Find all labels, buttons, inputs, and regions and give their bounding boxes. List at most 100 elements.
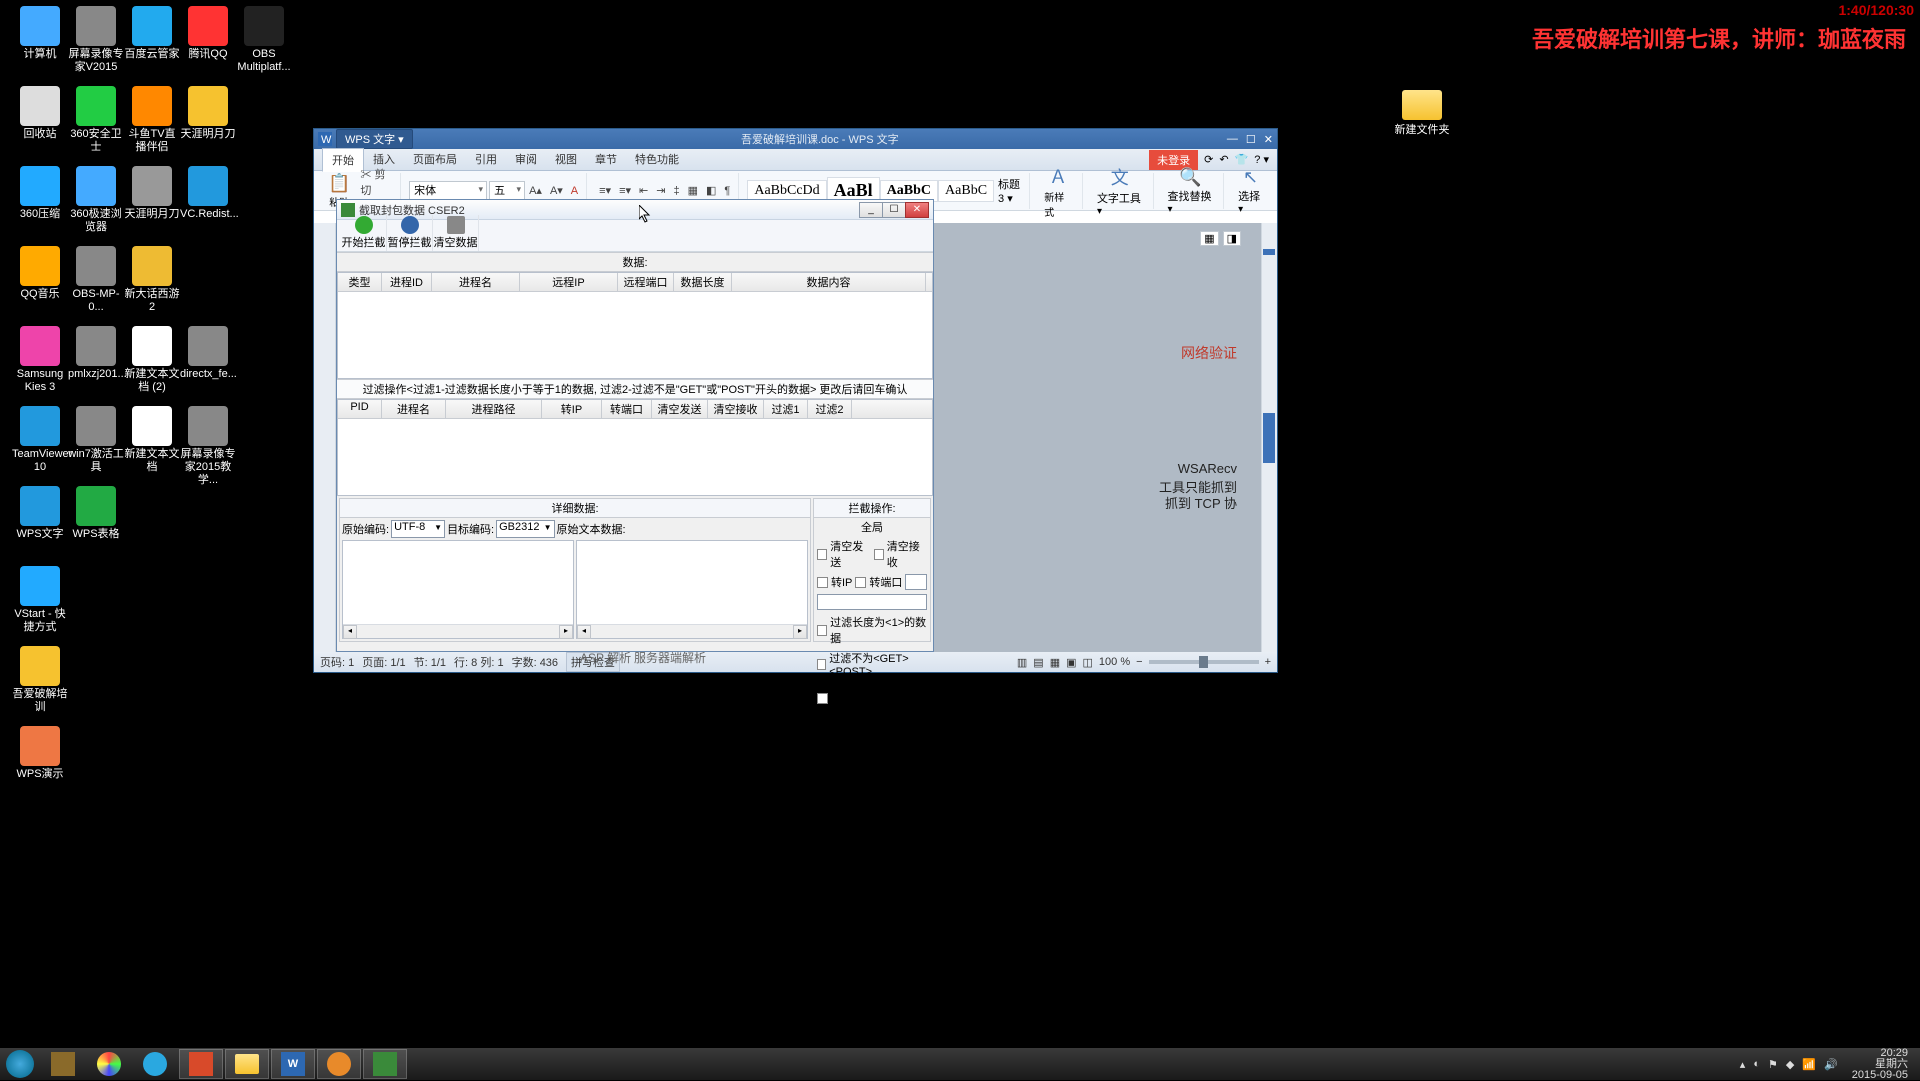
- line-spacing-button[interactable]: ‡: [669, 183, 683, 199]
- borders-button[interactable]: ▦: [684, 182, 702, 199]
- grid-header[interactable]: 转端口: [602, 400, 652, 418]
- grid-header[interactable]: PID: [338, 400, 382, 418]
- desktop-icon[interactable]: OBS-MP-0...: [68, 246, 124, 314]
- zoom-in-button[interactable]: +: [1265, 656, 1271, 668]
- ribbon-tab[interactable]: 视图: [546, 148, 586, 171]
- desktop-icon[interactable]: 屏幕录像专家2015教学...: [180, 406, 236, 487]
- grid-header[interactable]: 数据长度: [674, 273, 732, 291]
- tray-up-icon[interactable]: ▴: [1740, 1058, 1746, 1071]
- trans-ip-input[interactable]: [817, 594, 927, 610]
- zoom-thumb[interactable]: [1199, 656, 1208, 668]
- shading-button[interactable]: ◧: [702, 182, 720, 199]
- desktop-icon[interactable]: OBS Multiplatf...: [236, 6, 292, 74]
- wps-vertical-scrollbar[interactable]: [1261, 223, 1277, 652]
- taskbar-app-5[interactable]: [317, 1049, 361, 1079]
- packet-data-grid[interactable]: 类型进程ID进程名远程IP远程端口数据长度数据内容: [337, 272, 933, 379]
- view-mode-2-icon[interactable]: ▤: [1033, 656, 1043, 669]
- new-style-button[interactable]: Ａ新样式: [1038, 161, 1078, 221]
- ribbon-tab[interactable]: 引用: [466, 148, 506, 171]
- desktop-icon[interactable]: WPS演示: [12, 726, 68, 781]
- para-settings-button[interactable]: ¶: [720, 183, 734, 199]
- desktop-icon[interactable]: 吾爱破解培训: [12, 646, 68, 714]
- grid-header[interactable]: 远程端口: [618, 273, 674, 291]
- find-replace-button[interactable]: 🔍查找替换▾: [1162, 165, 1220, 217]
- clear-send-checkbox[interactable]: [817, 549, 827, 560]
- packet-close-btn[interactable]: ✕: [905, 202, 929, 218]
- grid-header[interactable]: 进程名: [432, 273, 520, 291]
- wps-minimize-btn[interactable]: —: [1227, 133, 1238, 146]
- view-mode-1-icon[interactable]: ▥: [1017, 656, 1027, 669]
- font-family-combo[interactable]: 宋体: [409, 181, 487, 201]
- desktop-icon[interactable]: 百度云管家: [124, 6, 180, 61]
- process-filter-grid[interactable]: PID进程名进程路径转IP转端口清空发送清空接收过滤1过滤2: [337, 399, 933, 496]
- numbering-button[interactable]: ≡▾: [615, 182, 635, 199]
- desktop-icon[interactable]: TeamViewer 10: [12, 406, 68, 474]
- grid-header[interactable]: 清空发送: [652, 400, 708, 418]
- ribbon-tab[interactable]: 章节: [586, 148, 626, 171]
- tray-icon-1[interactable]: ◐: [1753, 1058, 1760, 1070]
- desktop-icon[interactable]: 360压缩: [12, 166, 68, 221]
- taskbar-app-1[interactable]: [41, 1049, 85, 1079]
- text-tools-button[interactable]: 文文字工具▾: [1091, 162, 1149, 219]
- view-mode-4-icon[interactable]: ▣: [1066, 656, 1076, 669]
- desktop-icon[interactable]: 360安全卫士: [68, 86, 124, 154]
- scroll-right-icon[interactable]: ▸: [793, 625, 807, 639]
- nav-pane-icon[interactable]: ◨: [1223, 231, 1241, 246]
- tray-volume-icon[interactable]: 🔊: [1824, 1058, 1838, 1071]
- trans-port-checkbox[interactable]: [855, 577, 866, 588]
- clear-recv-checkbox[interactable]: [874, 549, 884, 560]
- pause-capture-button[interactable]: 暂停拦截: [387, 215, 433, 251]
- tray-network-icon[interactable]: 📶: [1802, 1058, 1816, 1071]
- desktop-icon[interactable]: Samsung Kies 3: [12, 326, 68, 394]
- desktop-icon[interactable]: pmlxzj201...: [68, 326, 124, 381]
- wps-back-icon[interactable]: ↶: [1219, 153, 1228, 166]
- taskbar-wps[interactable]: W: [271, 1049, 315, 1079]
- start-capture-button[interactable]: 开始拦截: [341, 215, 387, 251]
- view-mode-5-icon[interactable]: ◫: [1083, 656, 1093, 669]
- scroll-thumb[interactable]: [1263, 413, 1275, 463]
- select-button[interactable]: ↖选择▾: [1232, 165, 1269, 217]
- clear-data-button[interactable]: 清空数据: [433, 215, 479, 251]
- taskbar-packet-tool[interactable]: [363, 1049, 407, 1079]
- wps-maximize-btn[interactable]: ☐: [1246, 133, 1256, 146]
- dst-encoding-combo[interactable]: GB2312: [496, 520, 554, 538]
- wps-titlebar[interactable]: W WPS 文字 ▾ 吾爱破解培训课.doc - WPS 文字 — ☐ ✕: [314, 129, 1277, 149]
- tray-icon-2[interactable]: ⚑: [1768, 1058, 1778, 1071]
- desktop-icon[interactable]: 屏幕录像专家V2015: [68, 6, 124, 74]
- tray-icon-3[interactable]: ◆: [1786, 1058, 1794, 1071]
- desktop-icon[interactable]: VC.Redist...: [180, 166, 236, 221]
- taskbar-app-2[interactable]: [87, 1049, 131, 1079]
- grid-header[interactable]: 类型: [338, 273, 382, 291]
- desktop-icon[interactable]: WPS表格: [68, 486, 124, 541]
- desktop-icon[interactable]: WPS文字: [12, 486, 68, 541]
- trans-ip-checkbox[interactable]: [817, 577, 828, 588]
- shrink-font-button[interactable]: A▾: [546, 182, 567, 199]
- grid-header[interactable]: 进程路径: [446, 400, 542, 418]
- heading-dropdown[interactable]: 标题 3 ▾: [998, 176, 1021, 205]
- trans-port-input[interactable]: [905, 574, 927, 590]
- desktop-folder-new[interactable]: 新建文件夹: [1394, 86, 1450, 137]
- increase-indent-button[interactable]: ⇥: [652, 182, 669, 199]
- desktop-icon[interactable]: QQ音乐: [12, 246, 68, 301]
- font-color-button[interactable]: A: [567, 183, 582, 199]
- grid-header[interactable]: 过滤1: [764, 400, 808, 418]
- zoom-slider[interactable]: [1149, 660, 1259, 664]
- grid-header[interactable]: 远程IP: [520, 273, 618, 291]
- taskbar-explorer[interactable]: [225, 1049, 269, 1079]
- desktop-icon[interactable]: VStart - 快捷方式: [12, 566, 68, 634]
- grid-header[interactable]: 转IP: [542, 400, 602, 418]
- scroll-left-icon[interactable]: ◂: [343, 625, 357, 639]
- ribbon-tab[interactable]: 特色功能: [626, 148, 688, 171]
- pause-all-checkbox[interactable]: [817, 693, 828, 704]
- desktop-icon[interactable]: 斗鱼TV直播伴侣: [124, 86, 180, 154]
- taskbar-clock[interactable]: 20:29 星期六 2015-09-05: [1846, 1048, 1914, 1081]
- packet-minimize-btn[interactable]: _: [859, 202, 883, 218]
- desktop-icon[interactable]: 360极速浏览器: [68, 166, 124, 234]
- decrease-indent-button[interactable]: ⇤: [635, 182, 652, 199]
- grow-font-button[interactable]: A▴: [525, 182, 546, 199]
- wps-app-menu[interactable]: WPS 文字 ▾: [336, 129, 413, 149]
- wps-close-btn[interactable]: ✕: [1264, 133, 1273, 146]
- grid-header[interactable]: 进程名: [382, 400, 446, 418]
- grid-header[interactable]: 过滤2: [808, 400, 852, 418]
- scroll-right-icon[interactable]: ▸: [559, 625, 573, 639]
